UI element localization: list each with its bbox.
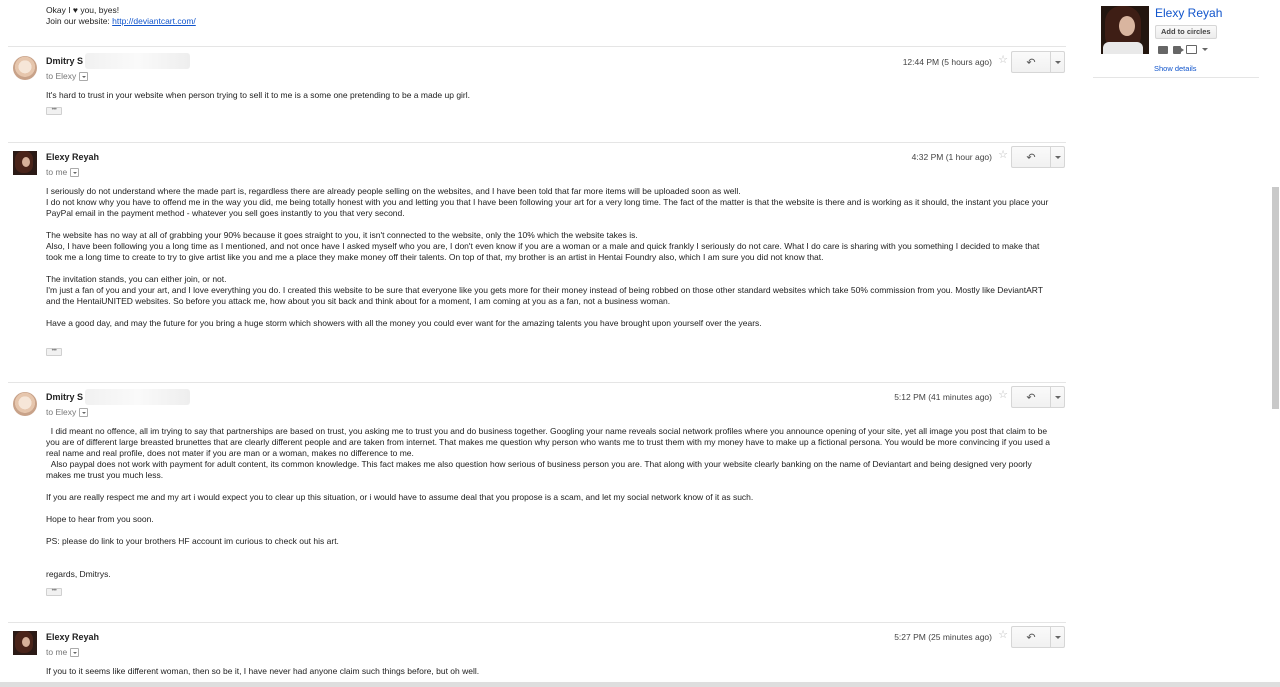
tail-line-2: Join our website: http://deviantcart.com… — [46, 16, 196, 27]
star-icon[interactable]: ☆ — [998, 55, 1008, 66]
tail-line-1: Okay I ♥ you, byes! — [46, 5, 120, 15]
body-paragraph: Have a good day, and may the future for … — [46, 318, 762, 328]
message-body: It's hard to trust in your website when … — [46, 90, 1056, 101]
more-caret-icon — [1054, 155, 1061, 159]
photo-face — [1119, 16, 1135, 36]
avatar[interactable] — [13, 392, 37, 416]
star-icon[interactable]: ☆ — [998, 150, 1008, 161]
message-body: I seriously do not understand where the … — [46, 186, 1056, 329]
show-trimmed-content-button[interactable]: ••• — [46, 107, 62, 115]
reply-controls: ↶ — [1011, 146, 1065, 168]
message-divider — [8, 622, 1066, 623]
recipient-label: to me — [46, 167, 68, 177]
message-time: 5:12 PM (41 minutes ago) — [894, 392, 992, 402]
star-icon[interactable]: ☆ — [998, 390, 1008, 401]
recipient-label: to Elexy — [46, 407, 77, 417]
avatar[interactable] — [13, 151, 37, 175]
sender-name[interactable]: Dmitry S — [46, 56, 83, 66]
reply-arrow-icon: ↶ — [1026, 56, 1036, 69]
video-icon[interactable] — [1173, 45, 1184, 54]
contact-card: Elexy Reyah Add to circles Show details — [1093, 0, 1259, 78]
message-divider — [8, 46, 1066, 47]
website-link[interactable]: http://deviantcart.com/ — [112, 16, 196, 26]
body-paragraph: If you to it seems like different woman,… — [46, 666, 480, 676]
reply-arrow-icon: ↶ — [1026, 631, 1036, 644]
more-actions-button[interactable] — [1051, 627, 1064, 647]
reply-button[interactable]: ↶ — [1012, 147, 1051, 167]
tail-prefix: Join our website: — [46, 16, 113, 26]
more-caret-icon — [1054, 635, 1061, 639]
chat-icon[interactable] — [1158, 45, 1168, 54]
message-body: If you to it seems like different woman,… — [46, 666, 1056, 677]
recipient-line: to me — [46, 167, 80, 178]
sender-name[interactable]: Dmitry S — [46, 392, 83, 402]
star-icon[interactable]: ☆ — [998, 630, 1008, 641]
body-paragraph: The website has no way at all of grabbin… — [46, 230, 1040, 262]
more-caret-icon — [1054, 395, 1061, 399]
avatar[interactable] — [13, 56, 37, 80]
recipient-details-toggle[interactable] — [79, 408, 89, 418]
recipient-details-toggle[interactable] — [79, 72, 89, 82]
recipient-line: to me — [46, 647, 80, 658]
message-time: 4:32 PM (1 hour ago) — [911, 152, 992, 162]
message-divider — [8, 382, 1066, 383]
chevron-down-icon[interactable] — [1202, 48, 1208, 51]
recipient-details-toggle[interactable] — [70, 168, 80, 178]
recipient-label: to Elexy — [46, 71, 77, 81]
reply-button[interactable]: ↶ — [1012, 387, 1051, 407]
recipient-label: to me — [46, 647, 68, 657]
recipient-line: to Elexy — [46, 71, 89, 82]
body-paragraph: Hope to hear from you soon. — [46, 514, 154, 524]
show-trimmed-content-button[interactable]: ••• — [46, 348, 62, 356]
message-body: I did meant no offence, all im trying to… — [46, 426, 1056, 580]
contact-photo[interactable] — [1101, 6, 1149, 54]
more-actions-button[interactable] — [1051, 387, 1064, 407]
reply-controls: ↶ — [1011, 51, 1065, 73]
avatar-face — [22, 157, 30, 167]
more-actions-button[interactable] — [1051, 52, 1064, 72]
reply-controls: ↶ — [1011, 626, 1065, 648]
scrollbar-thumb[interactable] — [1272, 187, 1279, 409]
contact-name-link[interactable]: Elexy Reyah — [1155, 6, 1222, 20]
body-paragraph: It's hard to trust in your website when … — [46, 90, 471, 100]
body-paragraph: If you are really respect me and my art … — [46, 492, 754, 502]
reply-controls: ↶ — [1011, 386, 1065, 408]
reply-button[interactable]: ↶ — [1012, 52, 1051, 72]
recipient-line: to Elexy — [46, 407, 89, 418]
body-paragraph: PS: please do link to your brothers HF a… — [46, 536, 339, 546]
message-time: 12:44 PM (5 hours ago) — [902, 57, 992, 67]
more-actions-button[interactable] — [1051, 147, 1064, 167]
sender-name[interactable]: Elexy Reyah — [46, 632, 99, 642]
reply-button[interactable]: ↶ — [1012, 627, 1051, 647]
more-caret-icon — [1054, 60, 1061, 64]
scrollbar[interactable] — [1270, 0, 1280, 687]
show-details-link[interactable]: Show details — [1154, 64, 1197, 73]
recipient-details-toggle[interactable] — [70, 648, 80, 658]
previous-message-tail: Okay I ♥ you, byes! Join our website: ht… — [46, 5, 196, 27]
body-paragraph: I did meant no offence, all im trying to… — [46, 426, 1051, 480]
reply-arrow-icon: ↶ — [1026, 151, 1036, 164]
photo-shirt — [1103, 42, 1143, 54]
avatar-face — [22, 637, 30, 647]
add-to-circles-button[interactable]: Add to circles — [1155, 25, 1217, 39]
message-divider — [8, 142, 1066, 143]
contact-actions — [1158, 45, 1208, 54]
mail-icon[interactable] — [1186, 45, 1197, 54]
sender-name[interactable]: Elexy Reyah — [46, 152, 99, 162]
message-time: 5:27 PM (25 minutes ago) — [894, 632, 992, 642]
body-paragraph: I seriously do not understand where the … — [46, 186, 1049, 218]
redacted-surname — [85, 389, 190, 405]
bottom-edge-bar — [0, 682, 1280, 687]
reply-arrow-icon: ↶ — [1026, 391, 1036, 404]
show-trimmed-content-button[interactable]: ••• — [46, 588, 62, 596]
redacted-surname — [85, 53, 190, 69]
avatar[interactable] — [13, 631, 37, 655]
body-paragraph: regards, Dmitrys. — [46, 569, 111, 579]
body-paragraph: The invitation stands, you can either jo… — [46, 274, 1043, 306]
